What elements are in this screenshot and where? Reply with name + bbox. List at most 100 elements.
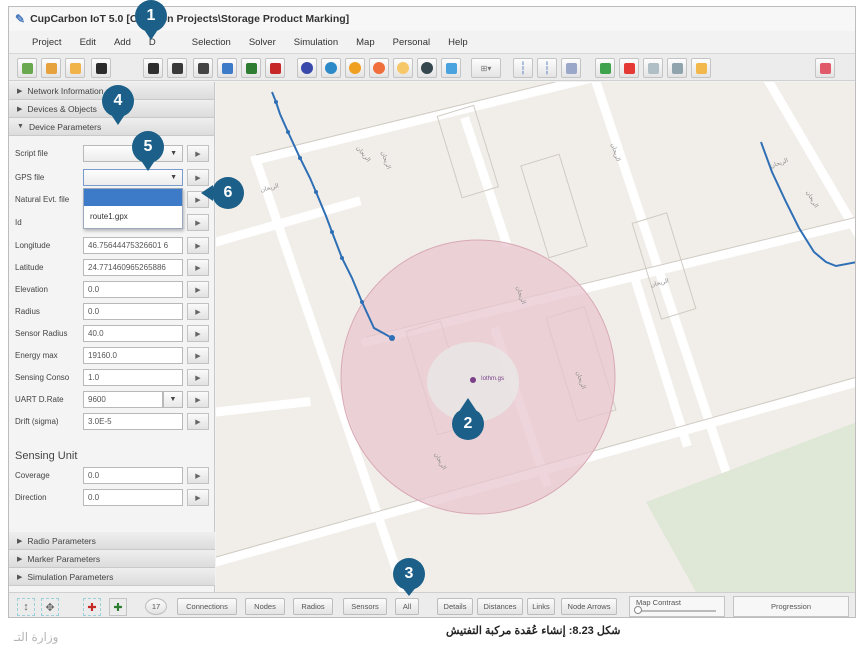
park-area: [646, 422, 855, 592]
sensor-node[interactable]: [470, 377, 476, 383]
add-analog-button[interactable]: [241, 58, 261, 78]
links-button[interactable]: Links: [527, 598, 555, 615]
uart-rate-select[interactable]: 9600: [83, 391, 163, 408]
line-icon: ┆: [543, 61, 551, 75]
cloud-button[interactable]: [815, 58, 835, 78]
add-mobile-button[interactable]: [193, 58, 213, 78]
details-button[interactable]: Details: [437, 598, 473, 615]
map-contrast-slider[interactable]: Map Contrast: [629, 596, 725, 617]
radius-input[interactable]: 0.0: [83, 303, 183, 320]
all-button[interactable]: All: [395, 598, 419, 615]
connect-button[interactable]: [561, 58, 581, 78]
add-node-button[interactable]: [417, 58, 437, 78]
add-router-button[interactable]: [297, 58, 317, 78]
sensor-radius-apply-button[interactable]: ▶: [187, 325, 209, 342]
ministry-watermark: وزارة التـ: [14, 630, 59, 644]
longitude-input[interactable]: 46.75644475326601 6: [83, 237, 183, 254]
chevron-down-icon[interactable]: ▼: [163, 391, 183, 408]
slider-track: [636, 610, 716, 612]
dropdown-option-empty[interactable]: [84, 189, 182, 206]
section-radio-parameters[interactable]: ▶ Radio Parameters: [9, 532, 215, 550]
latitude-input[interactable]: 24.771460965265886: [83, 259, 183, 276]
move-icon[interactable]: ✥: [41, 598, 59, 616]
open-project-button[interactable]: [41, 58, 61, 78]
radios-button[interactable]: Radios: [293, 598, 333, 615]
menu-selection[interactable]: Selection: [183, 37, 240, 48]
script-file-apply-button[interactable]: ▶: [187, 145, 209, 162]
direction-input[interactable]: 0.0: [83, 489, 183, 506]
dropdown-option-route1[interactable]: route1.gpx: [84, 206, 182, 228]
connections-button[interactable]: Connections: [177, 598, 237, 615]
drift-input[interactable]: 3.0E-5: [83, 413, 183, 430]
pan-left-icon[interactable]: ↕: [17, 598, 35, 616]
sensing-conso-apply-button[interactable]: ▶: [187, 369, 209, 386]
slider-knob[interactable]: [634, 606, 642, 614]
chart-button[interactable]: [643, 58, 663, 78]
elevation-apply-button[interactable]: ▶: [187, 281, 209, 298]
add-ble-button[interactable]: [321, 58, 341, 78]
play-icon: [599, 62, 611, 74]
distances-button[interactable]: Distances: [477, 598, 523, 615]
add-icon[interactable]: ✚: [109, 598, 127, 616]
coverage-input[interactable]: 0.0: [83, 467, 183, 484]
sensor-radius-input[interactable]: 40.0: [83, 325, 183, 342]
add-sensor-button[interactable]: [143, 58, 163, 78]
route-button[interactable]: ┆: [513, 58, 533, 78]
grid-select-button[interactable]: ⊞▾: [471, 58, 501, 78]
line-button[interactable]: ┆: [537, 58, 557, 78]
add-base-station-button[interactable]: [167, 58, 187, 78]
gps-file-apply-button[interactable]: ▶: [187, 169, 209, 186]
pencil-button[interactable]: [691, 58, 711, 78]
add-wifi-button[interactable]: [369, 58, 389, 78]
menu-edit[interactable]: Edit: [71, 37, 105, 48]
section-simulation-parameters[interactable]: ▶ Simulation Parameters: [9, 568, 215, 586]
section-marker-parameters[interactable]: ▶ Marker Parameters: [9, 550, 215, 568]
add-lora-button[interactable]: [345, 58, 365, 78]
menu-project[interactable]: Project: [23, 37, 71, 48]
menu-add[interactable]: Add: [105, 37, 140, 48]
new-project-button[interactable]: [17, 58, 37, 78]
menu-solver[interactable]: Solver: [240, 37, 285, 48]
cloud-icon: [819, 62, 831, 74]
edit-button[interactable]: [667, 58, 687, 78]
menu-help[interactable]: Help: [439, 37, 477, 48]
expand-arrow-icon: ▶: [17, 105, 23, 113]
drift-apply-button[interactable]: ▶: [187, 413, 209, 430]
figure-caption: شكل 8.23: إنشاء عُقدة مركبة التفتيش: [446, 625, 621, 637]
svg-text:الريحان: الريحان: [804, 190, 820, 210]
map-view[interactable]: Iothm.gs الريحان الريحان الريحان الريحان…: [216, 82, 855, 592]
radius-apply-button[interactable]: ▶: [187, 303, 209, 320]
add-marker-button[interactable]: [265, 58, 285, 78]
gps-file-combo[interactable]: ▼: [83, 169, 183, 186]
sensing-conso-input[interactable]: 1.0: [83, 369, 183, 386]
add-gas-button[interactable]: [217, 58, 237, 78]
direction-apply-button[interactable]: ▶: [187, 489, 209, 506]
target-icon[interactable]: ✚: [83, 598, 101, 616]
latitude-apply-button[interactable]: ▶: [187, 259, 209, 276]
energy-max-input[interactable]: 19160.0: [83, 347, 183, 364]
longitude-apply-button[interactable]: ▶: [187, 237, 209, 254]
menu-personal[interactable]: Personal: [384, 37, 440, 48]
menu-simulation[interactable]: Simulation: [285, 37, 347, 48]
save-icon: [95, 62, 107, 74]
sensing-unit-heading: Sensing Unit: [15, 450, 78, 462]
add-flying-button[interactable]: [441, 58, 461, 78]
run-simulation-button[interactable]: [595, 58, 615, 78]
coverage-apply-button[interactable]: ▶: [187, 467, 209, 484]
uart-rate-apply-button[interactable]: ▶: [187, 391, 209, 408]
menu-map[interactable]: Map: [347, 37, 383, 48]
node-arrows-button[interactable]: Node Arrows: [561, 598, 617, 615]
callout-4-pointer: [110, 113, 126, 125]
energy-max-apply-button[interactable]: ▶: [187, 347, 209, 364]
node-icon: [421, 62, 433, 74]
sensors-button[interactable]: Sensors: [343, 598, 387, 615]
nodes-button[interactable]: Nodes: [245, 598, 285, 615]
elevation-input[interactable]: 0.0: [83, 281, 183, 298]
id-apply-button[interactable]: ▶: [187, 214, 209, 231]
stop-simulation-button[interactable]: [619, 58, 639, 78]
save-button[interactable]: [91, 58, 111, 78]
add-sun-button[interactable]: [393, 58, 413, 78]
callout-3-pointer: [401, 586, 417, 596]
open-folder-button[interactable]: [65, 58, 85, 78]
node-label: Iothm.gs: [481, 376, 504, 382]
